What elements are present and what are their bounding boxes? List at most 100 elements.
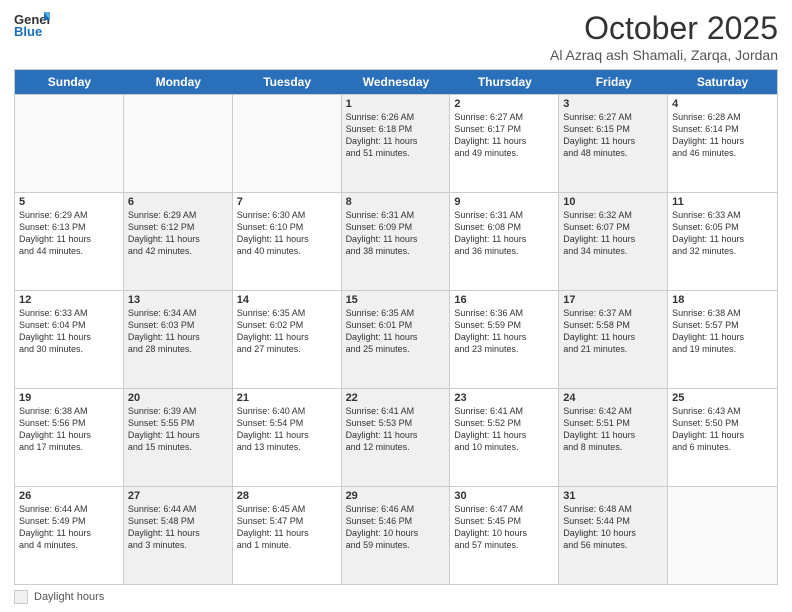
day-cell-10: 10Sunrise: 6:32 AM Sunset: 6:07 PM Dayli…	[559, 193, 668, 290]
week-row-3: 12Sunrise: 6:33 AM Sunset: 6:04 PM Dayli…	[15, 290, 777, 388]
day-cell-28: 28Sunrise: 6:45 AM Sunset: 5:47 PM Dayli…	[233, 487, 342, 584]
day-number: 11	[672, 196, 773, 208]
day-cell-13: 13Sunrise: 6:34 AM Sunset: 6:03 PM Dayli…	[124, 291, 233, 388]
daylight-legend-box	[14, 590, 28, 604]
header-day-thursday: Thursday	[450, 70, 559, 94]
day-info: Sunrise: 6:38 AM Sunset: 5:56 PM Dayligh…	[19, 405, 119, 454]
week-row-2: 5Sunrise: 6:29 AM Sunset: 6:13 PM Daylig…	[15, 192, 777, 290]
day-info: Sunrise: 6:37 AM Sunset: 5:58 PM Dayligh…	[563, 307, 663, 356]
day-cell-11: 11Sunrise: 6:33 AM Sunset: 6:05 PM Dayli…	[668, 193, 777, 290]
day-number: 3	[563, 98, 663, 110]
day-info: Sunrise: 6:35 AM Sunset: 6:02 PM Dayligh…	[237, 307, 337, 356]
day-number: 17	[563, 294, 663, 306]
day-number: 12	[19, 294, 119, 306]
day-number: 30	[454, 490, 554, 502]
day-info: Sunrise: 6:32 AM Sunset: 6:07 PM Dayligh…	[563, 209, 663, 258]
day-info: Sunrise: 6:48 AM Sunset: 5:44 PM Dayligh…	[563, 503, 663, 552]
day-info: Sunrise: 6:26 AM Sunset: 6:18 PM Dayligh…	[346, 111, 446, 160]
day-cell-19: 19Sunrise: 6:38 AM Sunset: 5:56 PM Dayli…	[15, 389, 124, 486]
day-number: 25	[672, 392, 773, 404]
day-number: 31	[563, 490, 663, 502]
day-cell-22: 22Sunrise: 6:41 AM Sunset: 5:53 PM Dayli…	[342, 389, 451, 486]
day-number: 9	[454, 196, 554, 208]
day-info: Sunrise: 6:44 AM Sunset: 5:49 PM Dayligh…	[19, 503, 119, 552]
empty-cell	[668, 487, 777, 584]
day-info: Sunrise: 6:40 AM Sunset: 5:54 PM Dayligh…	[237, 405, 337, 454]
day-cell-4: 4Sunrise: 6:28 AM Sunset: 6:14 PM Daylig…	[668, 95, 777, 192]
day-cell-9: 9Sunrise: 6:31 AM Sunset: 6:08 PM Daylig…	[450, 193, 559, 290]
day-cell-17: 17Sunrise: 6:37 AM Sunset: 5:58 PM Dayli…	[559, 291, 668, 388]
day-info: Sunrise: 6:27 AM Sunset: 6:15 PM Dayligh…	[563, 111, 663, 160]
day-cell-16: 16Sunrise: 6:36 AM Sunset: 5:59 PM Dayli…	[450, 291, 559, 388]
day-info: Sunrise: 6:46 AM Sunset: 5:46 PM Dayligh…	[346, 503, 446, 552]
day-number: 4	[672, 98, 773, 110]
day-cell-29: 29Sunrise: 6:46 AM Sunset: 5:46 PM Dayli…	[342, 487, 451, 584]
day-info: Sunrise: 6:38 AM Sunset: 5:57 PM Dayligh…	[672, 307, 773, 356]
day-info: Sunrise: 6:41 AM Sunset: 5:52 PM Dayligh…	[454, 405, 554, 454]
day-info: Sunrise: 6:30 AM Sunset: 6:10 PM Dayligh…	[237, 209, 337, 258]
day-cell-30: 30Sunrise: 6:47 AM Sunset: 5:45 PM Dayli…	[450, 487, 559, 584]
day-cell-24: 24Sunrise: 6:42 AM Sunset: 5:51 PM Dayli…	[559, 389, 668, 486]
day-cell-25: 25Sunrise: 6:43 AM Sunset: 5:50 PM Dayli…	[668, 389, 777, 486]
day-cell-21: 21Sunrise: 6:40 AM Sunset: 5:54 PM Dayli…	[233, 389, 342, 486]
day-cell-3: 3Sunrise: 6:27 AM Sunset: 6:15 PM Daylig…	[559, 95, 668, 192]
day-cell-27: 27Sunrise: 6:44 AM Sunset: 5:48 PM Dayli…	[124, 487, 233, 584]
week-row-4: 19Sunrise: 6:38 AM Sunset: 5:56 PM Dayli…	[15, 388, 777, 486]
header: General Blue October 2025 Al Azraq ash S…	[14, 10, 778, 63]
logo-icon: General Blue	[14, 10, 50, 38]
day-cell-5: 5Sunrise: 6:29 AM Sunset: 6:13 PM Daylig…	[15, 193, 124, 290]
day-number: 15	[346, 294, 446, 306]
header-day-saturday: Saturday	[668, 70, 777, 94]
day-info: Sunrise: 6:29 AM Sunset: 6:13 PM Dayligh…	[19, 209, 119, 258]
day-number: 6	[128, 196, 228, 208]
location: Al Azraq ash Shamali, Zarqa, Jordan	[550, 47, 778, 63]
day-number: 10	[563, 196, 663, 208]
calendar-header: SundayMondayTuesdayWednesdayThursdayFrid…	[15, 70, 777, 94]
day-cell-2: 2Sunrise: 6:27 AM Sunset: 6:17 PM Daylig…	[450, 95, 559, 192]
month-title: October 2025	[550, 10, 778, 47]
calendar: SundayMondayTuesdayWednesdayThursdayFrid…	[14, 69, 778, 585]
day-number: 19	[19, 392, 119, 404]
day-info: Sunrise: 6:33 AM Sunset: 6:05 PM Dayligh…	[672, 209, 773, 258]
header-day-friday: Friday	[559, 70, 668, 94]
day-info: Sunrise: 6:41 AM Sunset: 5:53 PM Dayligh…	[346, 405, 446, 454]
day-info: Sunrise: 6:43 AM Sunset: 5:50 PM Dayligh…	[672, 405, 773, 454]
day-info: Sunrise: 6:27 AM Sunset: 6:17 PM Dayligh…	[454, 111, 554, 160]
day-cell-1: 1Sunrise: 6:26 AM Sunset: 6:18 PM Daylig…	[342, 95, 451, 192]
day-cell-8: 8Sunrise: 6:31 AM Sunset: 6:09 PM Daylig…	[342, 193, 451, 290]
footer: Daylight hours	[14, 590, 778, 604]
day-number: 27	[128, 490, 228, 502]
page: General Blue October 2025 Al Azraq ash S…	[0, 0, 792, 612]
day-cell-31: 31Sunrise: 6:48 AM Sunset: 5:44 PM Dayli…	[559, 487, 668, 584]
day-number: 26	[19, 490, 119, 502]
header-day-tuesday: Tuesday	[233, 70, 342, 94]
day-number: 20	[128, 392, 228, 404]
day-info: Sunrise: 6:42 AM Sunset: 5:51 PM Dayligh…	[563, 405, 663, 454]
day-cell-23: 23Sunrise: 6:41 AM Sunset: 5:52 PM Dayli…	[450, 389, 559, 486]
empty-cell	[15, 95, 124, 192]
day-cell-26: 26Sunrise: 6:44 AM Sunset: 5:49 PM Dayli…	[15, 487, 124, 584]
title-block: October 2025 Al Azraq ash Shamali, Zarqa…	[550, 10, 778, 63]
day-info: Sunrise: 6:35 AM Sunset: 6:01 PM Dayligh…	[346, 307, 446, 356]
day-cell-18: 18Sunrise: 6:38 AM Sunset: 5:57 PM Dayli…	[668, 291, 777, 388]
day-number: 18	[672, 294, 773, 306]
logo: General Blue	[14, 10, 50, 43]
day-number: 22	[346, 392, 446, 404]
day-info: Sunrise: 6:33 AM Sunset: 6:04 PM Dayligh…	[19, 307, 119, 356]
week-row-5: 26Sunrise: 6:44 AM Sunset: 5:49 PM Dayli…	[15, 486, 777, 584]
day-number: 14	[237, 294, 337, 306]
day-number: 13	[128, 294, 228, 306]
day-number: 29	[346, 490, 446, 502]
svg-text:Blue: Blue	[14, 24, 42, 38]
empty-cell	[124, 95, 233, 192]
calendar-body: 1Sunrise: 6:26 AM Sunset: 6:18 PM Daylig…	[15, 94, 777, 584]
day-number: 28	[237, 490, 337, 502]
day-cell-6: 6Sunrise: 6:29 AM Sunset: 6:12 PM Daylig…	[124, 193, 233, 290]
day-number: 7	[237, 196, 337, 208]
day-number: 1	[346, 98, 446, 110]
daylight-label: Daylight hours	[34, 591, 104, 603]
day-info: Sunrise: 6:44 AM Sunset: 5:48 PM Dayligh…	[128, 503, 228, 552]
day-info: Sunrise: 6:45 AM Sunset: 5:47 PM Dayligh…	[237, 503, 337, 552]
header-day-sunday: Sunday	[15, 70, 124, 94]
day-number: 5	[19, 196, 119, 208]
